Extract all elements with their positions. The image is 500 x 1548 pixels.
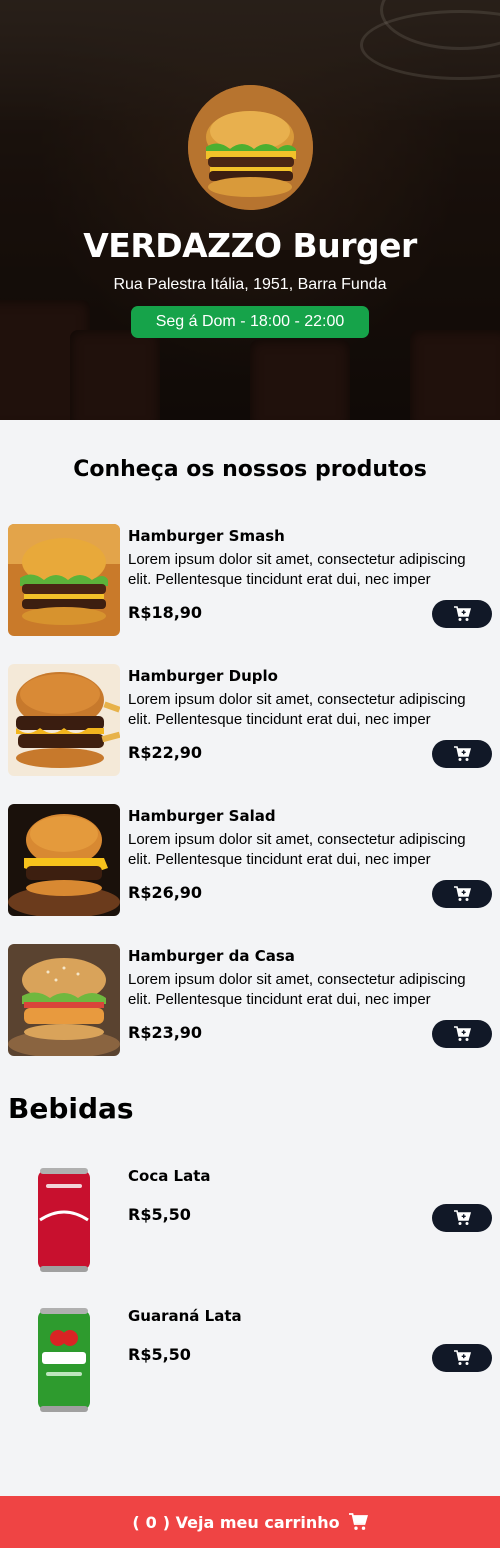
cart-open-paren: (: [132, 1512, 140, 1532]
product-name: Guaraná Lata: [128, 1307, 242, 1325]
add-to-cart-button[interactable]: [432, 1344, 492, 1372]
cart-plus-icon: [454, 746, 471, 761]
drink-item: Coca Lata R$5,50: [8, 1164, 492, 1276]
product-price: R$18,90: [128, 603, 203, 622]
drinks-section-title: Bebidas: [8, 1092, 134, 1125]
cart-plus-icon: [454, 1026, 471, 1041]
add-to-cart-button[interactable]: [432, 740, 492, 768]
drink-item: Guaraná Lata R$5,50: [8, 1304, 492, 1416]
product-price: R$23,90: [128, 1023, 203, 1042]
restaurant-address: Rua Palestra Itália, 1951, Barra Funda: [113, 276, 387, 293]
opening-hours-badge: Seg á Dom - 18:00 - 22:00: [131, 306, 369, 338]
add-to-cart-button[interactable]: [432, 880, 492, 908]
hero-overlay: [0, 0, 500, 420]
product-description: Lorem ipsum dolor sit amet, consectetur …: [128, 831, 466, 868]
cart-plus-icon: [454, 1210, 471, 1225]
products-section-title: Conheça os nossos produtos: [73, 457, 427, 482]
product-description: Lorem ipsum dolor sit amet, consectetur …: [128, 551, 466, 588]
shopping-cart-icon: [348, 1513, 368, 1531]
product-name: Hamburger Duplo: [128, 667, 278, 685]
cart-plus-icon: [454, 886, 471, 901]
restaurant-name: VERDAZZO Burger: [83, 226, 417, 265]
product-image: [8, 664, 120, 776]
product-description: Lorem ipsum dolor sit amet, consectetur …: [128, 691, 466, 728]
view-cart-button[interactable]: ( 0 ) Veja meu carrinho: [0, 1496, 500, 1548]
product-image: [8, 944, 120, 1056]
add-to-cart-button[interactable]: [432, 600, 492, 628]
product-price: R$26,90: [128, 883, 203, 902]
product-name: Hamburger da Casa: [128, 947, 295, 965]
cart-plus-icon: [454, 1350, 471, 1365]
cart-plus-icon: [454, 606, 471, 621]
product-price: R$22,90: [128, 743, 203, 762]
product-image: [8, 524, 120, 636]
product-item: Hamburger Smash Lorem ipsum dolor sit am…: [8, 524, 492, 636]
add-to-cart-button[interactable]: [432, 1020, 492, 1048]
cart-count: 0: [145, 1512, 157, 1532]
product-item: Hamburger Duplo Lorem ipsum dolor sit am…: [8, 664, 492, 776]
product-image: [8, 1304, 120, 1416]
restaurant-logo: [188, 85, 313, 210]
product-item: Hamburger Salad Lorem ipsum dolor sit am…: [8, 804, 492, 916]
product-description: Lorem ipsum dolor sit amet, consectetur …: [128, 971, 466, 1008]
product-item: Hamburger da Casa Lorem ipsum dolor sit …: [8, 944, 492, 1056]
product-price: R$5,50: [128, 1345, 191, 1364]
product-name: Hamburger Smash: [128, 527, 285, 545]
view-cart-label: ) Veja meu carrinho: [162, 1512, 340, 1532]
product-image: [8, 1164, 120, 1276]
product-image: [8, 804, 120, 916]
add-to-cart-button[interactable]: [432, 1204, 492, 1232]
product-name: Coca Lata: [128, 1167, 211, 1185]
product-name: Hamburger Salad: [128, 807, 276, 825]
hero-banner: VERDAZZO Burger Rua Palestra Itália, 195…: [0, 0, 500, 420]
product-price: R$5,50: [128, 1205, 191, 1224]
